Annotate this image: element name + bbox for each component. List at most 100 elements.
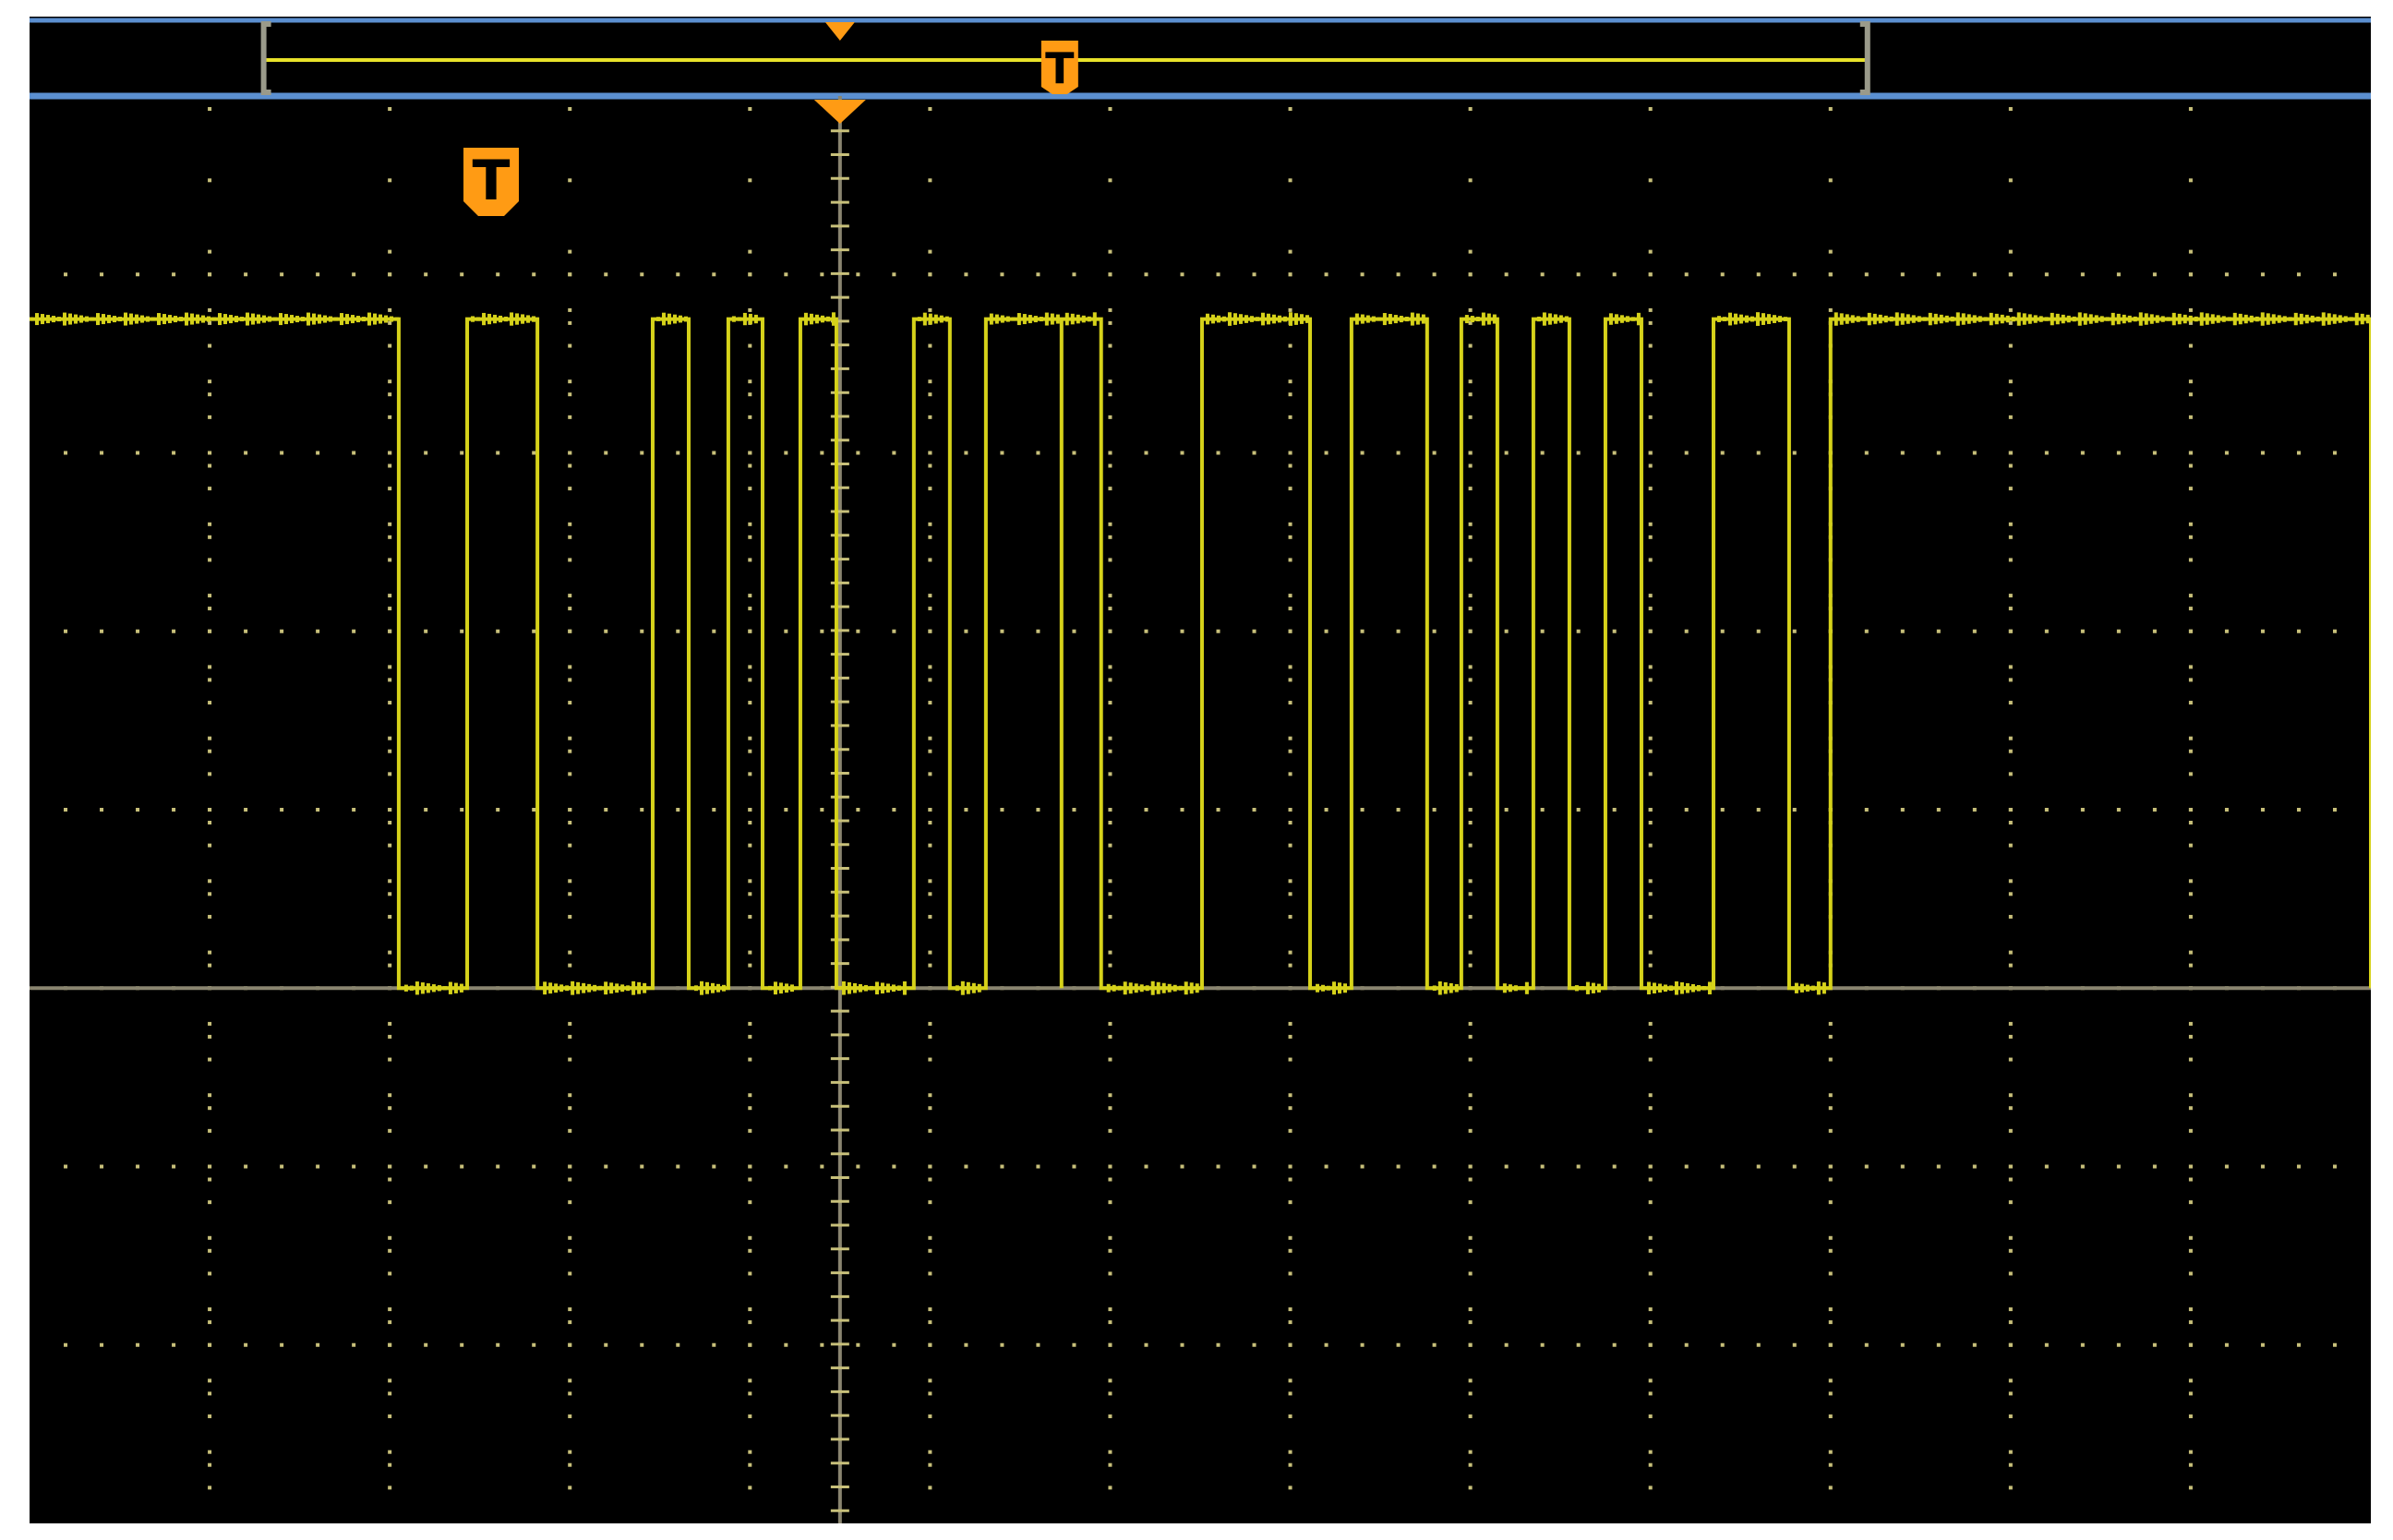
trigger-markers[interactable]: T	[463, 100, 866, 216]
grid-dot	[1468, 1128, 1473, 1133]
trigger-marker-icon[interactable]: T	[463, 148, 519, 216]
trace-noise	[715, 983, 720, 993]
trace-noise	[487, 313, 492, 325]
grid-dot	[1648, 1462, 1653, 1467]
grid-dot	[1864, 451, 1869, 455]
grid-dot	[1252, 629, 1257, 633]
grid-dot	[1396, 272, 1401, 277]
trace-noise	[693, 985, 698, 992]
trace-noise	[1092, 312, 1097, 326]
trigger-position-arrow-icon[interactable]	[813, 100, 866, 124]
grid-dot	[388, 1391, 392, 1396]
trace-noise	[420, 982, 425, 994]
grid-dot	[712, 808, 716, 812]
grid-dot	[2008, 1378, 2013, 1383]
grid-dot	[388, 749, 392, 753]
trace-noise	[869, 985, 873, 991]
grid-dot	[1648, 1307, 1653, 1312]
grid-dot	[748, 1414, 752, 1419]
trace-noise	[2166, 317, 2171, 321]
grid-dot	[208, 415, 212, 419]
grid-dot	[1936, 1164, 1941, 1169]
grid-dot	[2296, 451, 2301, 455]
grid-dot	[604, 272, 608, 277]
grid-dot	[208, 1342, 212, 1347]
grid-dot	[1108, 950, 1112, 955]
grid-dot	[1252, 808, 1257, 812]
grid-dot	[1288, 1414, 1293, 1419]
trace-noise	[290, 315, 294, 324]
grid-dot	[1648, 1248, 1653, 1253]
trace-noise	[2149, 314, 2154, 324]
trace-noise	[841, 981, 846, 995]
grid-dot	[208, 1450, 212, 1454]
overview-trigger-marker-icon[interactable]: T	[1040, 41, 1078, 94]
trace-noise	[2199, 312, 2204, 326]
grid-dot	[388, 463, 392, 468]
trace-noise	[2144, 313, 2148, 325]
trace-noise	[1856, 316, 1860, 322]
grid-dot	[388, 1128, 392, 1133]
grid-dot	[2188, 1342, 2193, 1347]
grid-dot	[604, 1342, 608, 1347]
grid-dot	[1648, 1164, 1653, 1169]
grid-dot	[1036, 272, 1040, 277]
trace-noise	[1000, 315, 1004, 323]
grid-dot	[1648, 1320, 1653, 1325]
grid-dot	[928, 522, 932, 526]
grid-dot	[2188, 1057, 2193, 1062]
trace-noise	[2299, 313, 2303, 325]
overview-trigger-arrow-icon[interactable]	[824, 22, 855, 41]
grid-dot	[928, 1307, 932, 1312]
grid-dot	[1144, 808, 1148, 812]
grid-dot	[2044, 451, 2049, 455]
grid-dot	[388, 879, 392, 884]
grid-dot	[1468, 272, 1473, 277]
trace-noise	[1591, 982, 1595, 993]
grid-dot	[1432, 451, 1437, 455]
grid-dot	[1108, 1106, 1112, 1111]
trace-noise	[1558, 315, 1563, 323]
grid-dot	[1540, 808, 1545, 812]
grid-dot	[1684, 451, 1689, 455]
trace-noise	[295, 316, 299, 323]
grid-dot	[388, 415, 392, 419]
trace-noise	[2315, 316, 2320, 322]
trace-noise	[1249, 316, 1254, 322]
grid-dot	[2008, 343, 2013, 348]
grid-dot	[748, 1378, 752, 1383]
grid-dot	[1468, 1235, 1473, 1240]
grid-dot	[1288, 772, 1293, 776]
grid-dot	[1648, 379, 1653, 384]
grid-dot	[1108, 522, 1112, 526]
grid-dot	[388, 1378, 392, 1383]
grid-dot	[1252, 272, 1257, 277]
grid-dot	[388, 1200, 392, 1205]
trace-noise	[41, 314, 44, 325]
trace-noise	[803, 312, 808, 326]
trace-noise	[362, 317, 366, 322]
grid-dot	[2296, 272, 2301, 277]
grid-dot	[928, 678, 932, 682]
grid-dot	[2332, 1164, 2337, 1169]
trace-noise	[2072, 316, 2076, 322]
trace-noise	[678, 315, 682, 323]
grid-dot	[568, 914, 572, 919]
trace-noise	[409, 985, 414, 991]
grid-dot	[2188, 607, 2193, 611]
record-overview-bar[interactable]: T	[30, 18, 2371, 100]
grid-dot	[928, 463, 932, 468]
trace-noise	[2232, 312, 2237, 326]
grid-dot	[2296, 1164, 2301, 1169]
grid-dot	[2008, 451, 2013, 455]
trace-noise	[896, 985, 901, 992]
grid-dot	[1108, 843, 1112, 848]
grid-dot	[208, 1414, 212, 1419]
grid-dot	[928, 249, 932, 254]
grid-dot	[1360, 272, 1365, 277]
grid-dot	[2152, 808, 2157, 812]
grid-dot	[1648, 1235, 1653, 1240]
trace-noise	[2022, 313, 2026, 325]
grid-dot	[100, 272, 104, 277]
grid-dot	[100, 808, 104, 812]
